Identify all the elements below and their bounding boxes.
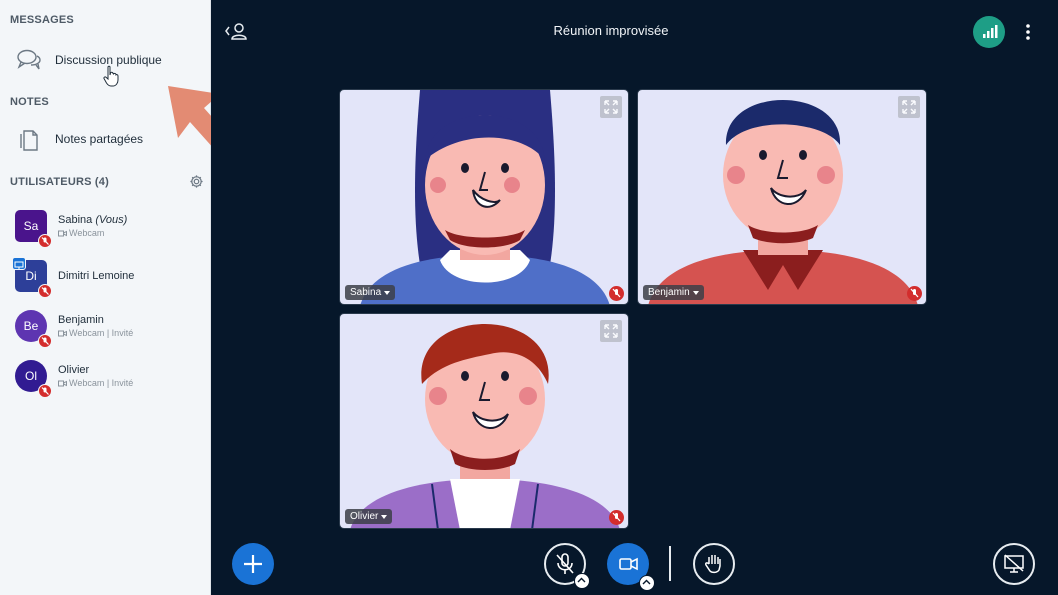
participant-name-tag[interactable]: Sabina <box>345 285 396 300</box>
kebab-icon[interactable] <box>1021 22 1035 42</box>
shared-notes-link[interactable]: Notes partagées <box>0 119 210 159</box>
raise-hand-button[interactable] <box>693 543 735 585</box>
user-name: Benjamin <box>58 314 104 326</box>
camera-button[interactable] <box>607 543 655 591</box>
user-list-item[interactable]: Ol Olivier Webcam | Invité <box>0 356 210 402</box>
gear-icon[interactable] <box>189 174 204 189</box>
hand-cursor-icon <box>103 65 119 87</box>
video-tile[interactable]: Sabina <box>339 89 629 305</box>
camera-icon <box>58 230 67 236</box>
user-status: Webcam | Invité <box>58 328 133 338</box>
chevron-up-icon[interactable] <box>574 573 590 589</box>
user-name: Sabina (Vous) <box>58 214 128 226</box>
camera-icon <box>58 380 67 386</box>
video-tile[interactable]: Olivier <box>339 313 629 529</box>
chevron-down-icon <box>381 514 388 519</box>
sidebar: MESSAGES Discussion publique NOTES Notes… <box>0 0 211 595</box>
user-status: Webcam <box>58 228 104 238</box>
meeting-area: Réunion improvisée Sabina Benjamin Olivi… <box>211 0 1058 595</box>
expand-icon[interactable] <box>600 96 622 118</box>
camera-icon <box>58 330 67 336</box>
screen-share-button[interactable] <box>993 543 1035 585</box>
participant-name-tag[interactable]: Benjamin <box>643 285 704 300</box>
chevron-up-icon[interactable] <box>639 575 655 591</box>
user-list-item[interactable]: Di Dimitri Lemoine <box>0 256 210 302</box>
mic-off-icon <box>609 286 624 301</box>
chat-icon <box>17 49 41 70</box>
mic-off-icon <box>609 510 624 525</box>
user-name: Dimitri Lemoine <box>58 270 135 282</box>
expand-icon[interactable] <box>898 96 920 118</box>
mic-off-icon <box>38 284 52 298</box>
signal-icon <box>983 25 998 38</box>
mic-off-icon <box>907 286 922 301</box>
chevron-down-icon <box>384 290 391 295</box>
screen-share-off-icon <box>1004 554 1024 573</box>
mic-off-icon <box>38 234 52 248</box>
notes-section-title: NOTES <box>10 96 49 108</box>
mic-off-icon <box>38 384 52 398</box>
chevron-down-icon <box>692 290 699 295</box>
user-name: Olivier <box>58 364 90 376</box>
mic-off-icon <box>38 334 52 348</box>
meeting-title: Réunion improvisée <box>553 23 669 38</box>
messages-section-title: MESSAGES <box>10 14 74 26</box>
users-section-title: UTILISATEURS (4) <box>10 176 109 188</box>
toolbar-divider <box>669 546 671 581</box>
mute-mic-button[interactable] <box>544 543 590 589</box>
shared-notes-label: Notes partagées <box>55 132 144 146</box>
user-status: Webcam | Invité <box>58 378 133 388</box>
video-tile[interactable]: Benjamin <box>637 89 927 305</box>
user-list-item[interactable]: Sa Sabina (Vous) Webcam <box>0 206 210 252</box>
participant-name-tag[interactable]: Olivier <box>345 509 393 524</box>
hand-icon <box>705 555 721 574</box>
connection-status-button[interactable] <box>973 16 1005 48</box>
notes-icon <box>20 130 38 151</box>
participant-video <box>360 90 610 304</box>
user-list-item[interactable]: Be Benjamin Webcam | Invité <box>0 306 210 352</box>
participant-video <box>648 100 918 304</box>
participant-video <box>350 324 620 528</box>
expand-icon[interactable] <box>600 320 622 342</box>
plus-icon <box>244 555 262 573</box>
presenter-icon <box>12 257 26 270</box>
actions-plus-button[interactable] <box>232 543 274 585</box>
